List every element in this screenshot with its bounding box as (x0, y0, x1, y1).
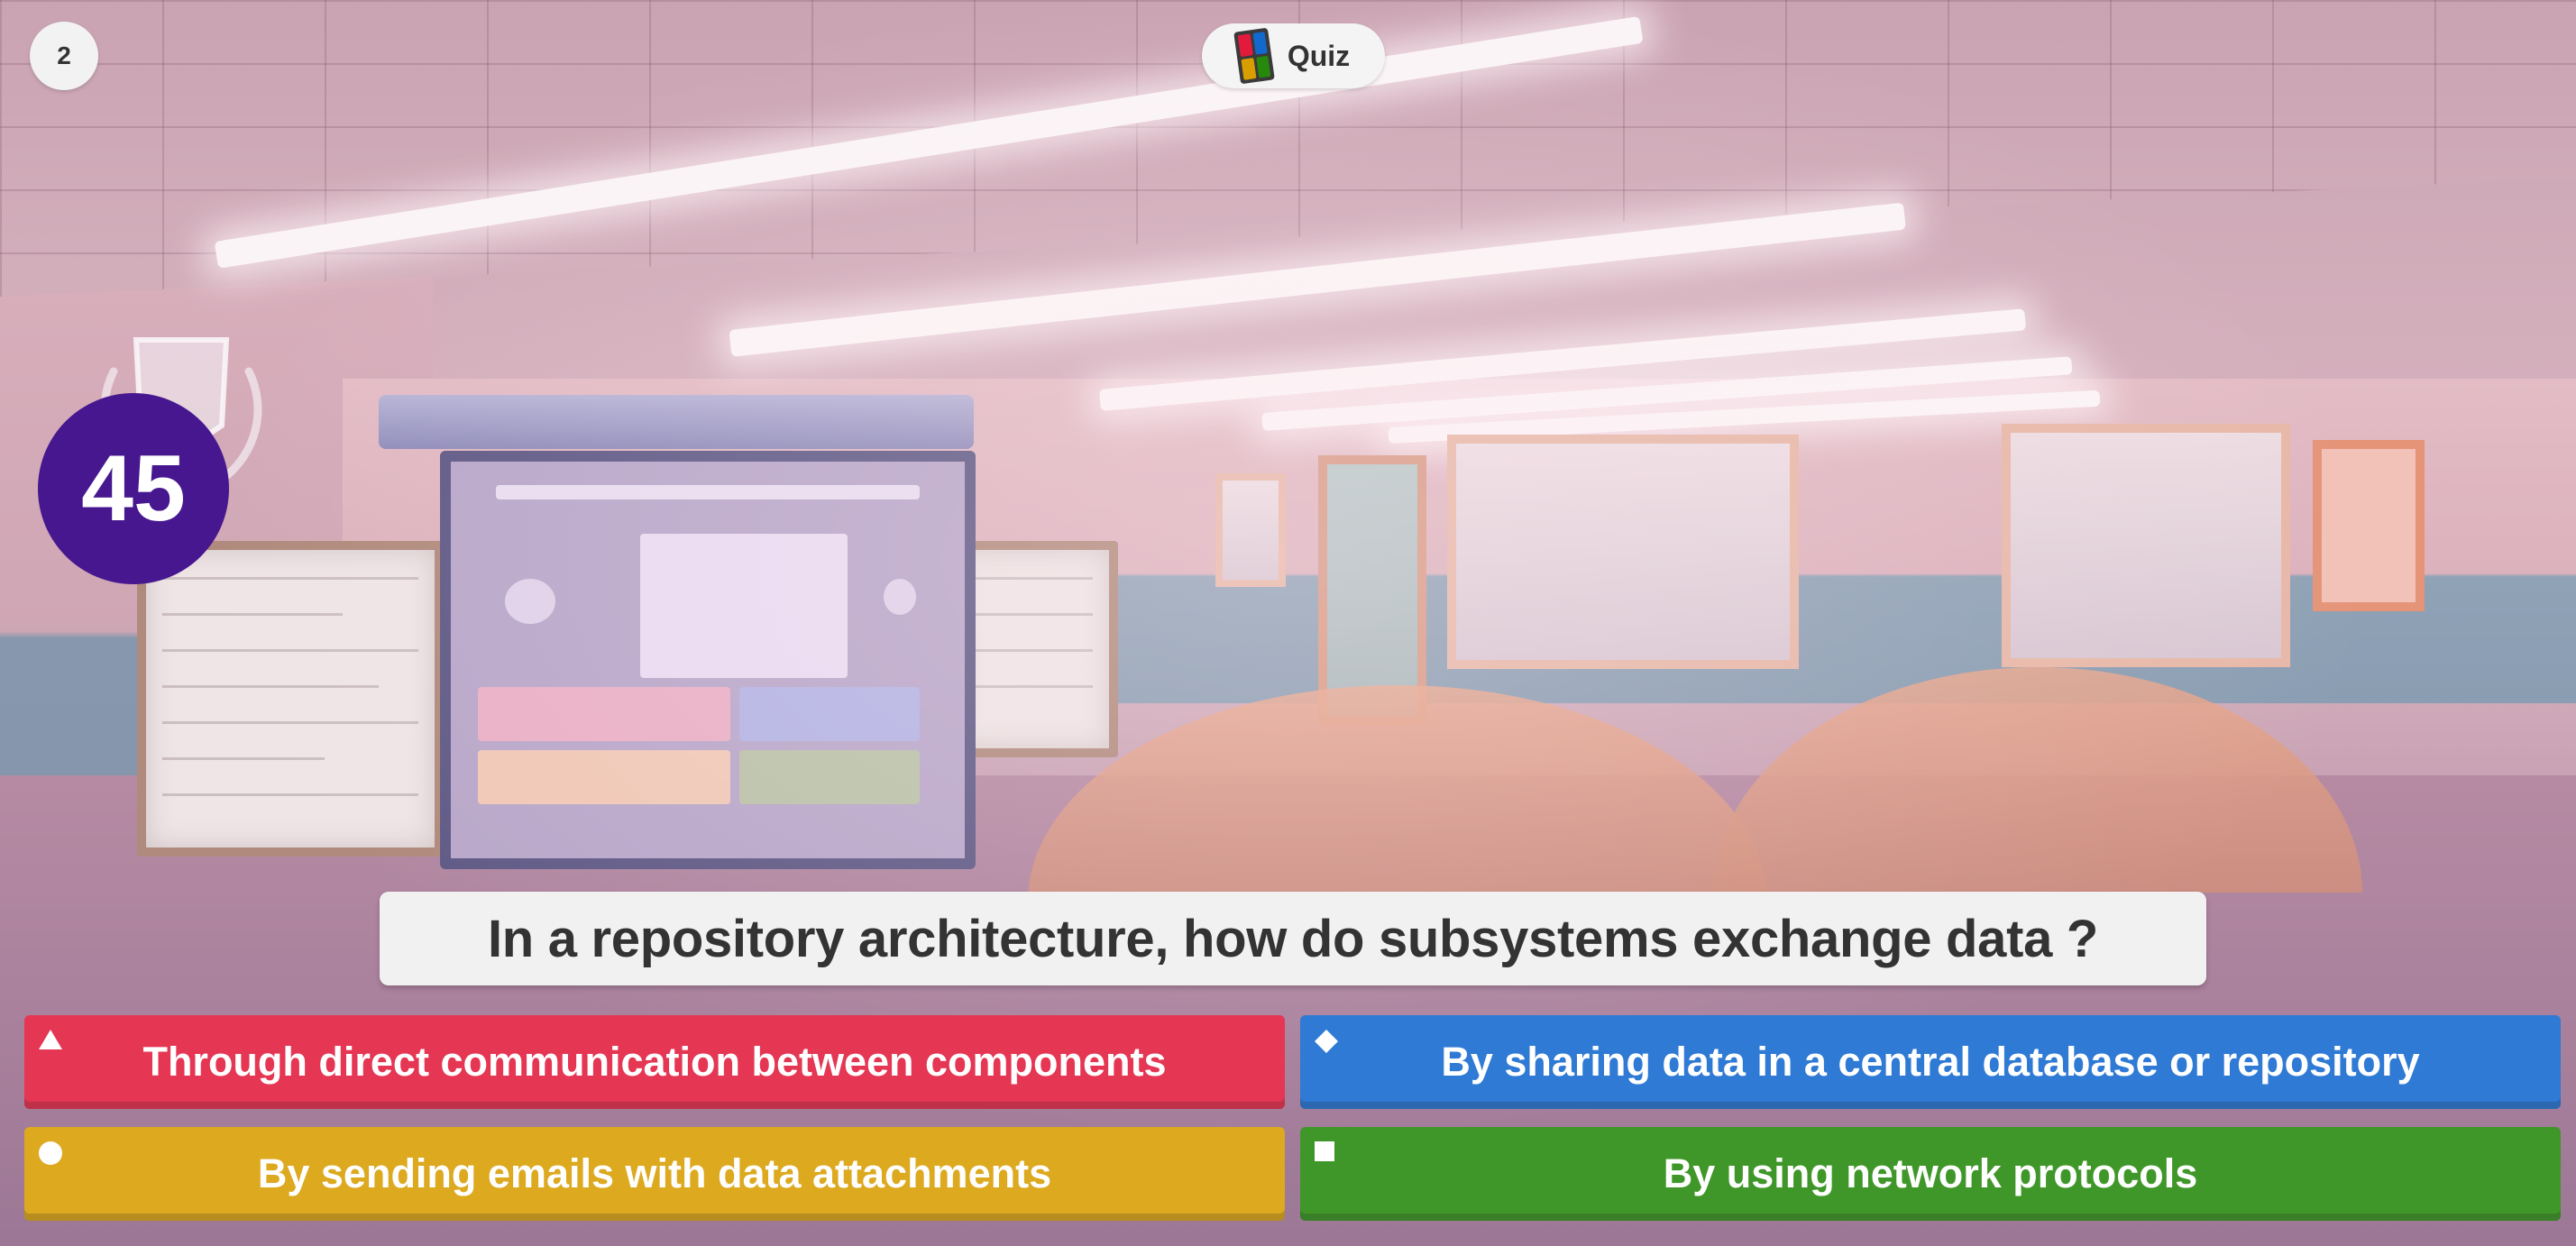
diamond-icon (1315, 1030, 1338, 1053)
question-count-badge: 2 (30, 22, 98, 90)
question-banner: In a repository architecture, how do sub… (380, 892, 2206, 985)
answer-option-green[interactable]: By using network protocols (1300, 1127, 2561, 1221)
answer-label: By sending emails with data attachments (257, 1150, 1052, 1196)
quiz-grid-icon (1233, 27, 1275, 85)
answer-option-blue[interactable]: By sharing data in a central database or… (1300, 1015, 2561, 1109)
circle-icon (39, 1141, 62, 1165)
quiz-mode-label: Quiz (1287, 39, 1351, 72)
answer-option-yellow[interactable]: By sending emails with data attachments (24, 1127, 1285, 1221)
countdown-timer: 45 (38, 393, 229, 584)
quiz-screen: 2 Quiz 45 In a repository architecture, … (0, 0, 2576, 1246)
timer-seconds: 45 (81, 435, 186, 541)
triangle-icon (39, 1030, 62, 1049)
answer-label: Through direct communication between com… (142, 1039, 1167, 1085)
quiz-mode-pill: Quiz (1202, 23, 1385, 88)
square-icon (1315, 1141, 1334, 1161)
question-text: In a repository architecture, how do sub… (487, 909, 2099, 968)
answer-label: By using network protocols (1663, 1150, 2198, 1196)
answer-option-red[interactable]: Through direct communication between com… (24, 1015, 1285, 1109)
question-count: 2 (57, 41, 71, 69)
answer-label: By sharing data in a central database or… (1441, 1039, 2420, 1085)
